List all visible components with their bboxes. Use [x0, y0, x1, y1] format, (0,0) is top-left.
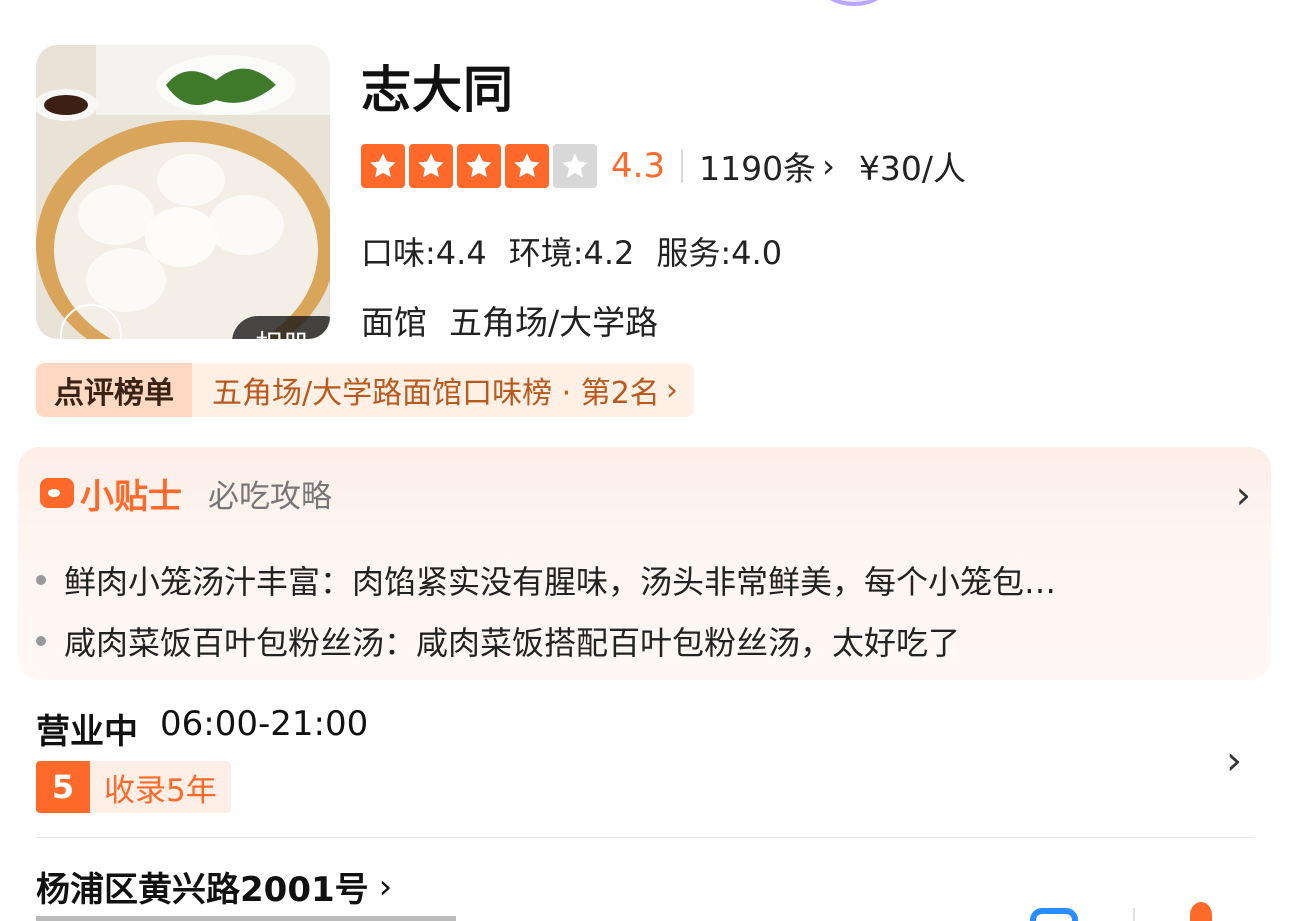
subscores: 口味:4.4 环境:4.2 服务:4.0 [361, 228, 782, 274]
rank-text-container: 五角场/大学路面馆口味榜 · 第2名 › [192, 363, 694, 417]
bullet-dot [36, 575, 46, 585]
tips-subtitle: 必吃攻略 [208, 478, 332, 515]
album-button[interactable]: 相册 › [232, 316, 330, 339]
address-text: 杨浦区黄兴路2001号 [36, 870, 369, 910]
chevron-right-icon: › [822, 147, 835, 185]
years-text: 收录5年 [90, 761, 231, 813]
bullet-dot [36, 636, 46, 646]
tip-item[interactable]: 咸肉菜饭百叶包粉丝汤：咸肉菜饭搭配百叶包粉丝汤，太好吃了 [36, 618, 1196, 664]
reviews-count: 1190条 [699, 149, 817, 188]
album-label: 相册 [255, 323, 309, 340]
divider [36, 837, 1254, 838]
rank-tag-label: 点评榜单 [54, 376, 174, 411]
taste-score: 口味:4.4 [361, 234, 487, 272]
service-score: 服务:4.0 [656, 234, 783, 272]
category-row: 面馆 五角场/大学路 [361, 296, 658, 344]
tips-header: 小贴士 必吃攻略 [40, 469, 332, 518]
chevron-right-icon[interactable]: › [1236, 473, 1251, 517]
phone-icon[interactable] [1190, 902, 1212, 921]
star-icon [361, 144, 405, 188]
rating-row: 4.3 1190条 › ¥30/人 [361, 144, 966, 188]
environment-score: 环境:4.2 [508, 234, 635, 272]
shop-name: 志大同 [361, 61, 514, 119]
chevron-right-icon: › [315, 326, 326, 340]
star-icon [553, 144, 597, 188]
avatar-peek [818, 0, 890, 6]
reviews-link[interactable]: 1190条 › [699, 142, 859, 190]
tips-logo: 小贴士 [40, 469, 182, 518]
rank-tag: 点评榜单 [36, 363, 192, 417]
tips-logo-icon [40, 478, 74, 508]
chevron-right-icon: › [378, 866, 393, 907]
tip-item[interactable]: 鲜肉小笼汤汁丰富：肉馅紧实没有腥味，汤头非常鲜美，每个小笼包… [36, 557, 1196, 603]
tips-title: 小贴士 [80, 476, 182, 517]
address-link[interactable]: 杨浦区黄兴路2001号 › [36, 862, 392, 911]
rank-text: 五角场/大学路面馆口味榜 · 第2名 [212, 376, 660, 411]
price-per-person: ¥30/人 [858, 149, 966, 188]
open-time: 06:00-21:00 [160, 704, 369, 744]
chevron-right-icon[interactable]: › [1226, 738, 1242, 784]
cut-off-row [36, 906, 466, 921]
chevron-right-icon: › [665, 372, 678, 408]
rating-score: 4.3 [611, 146, 666, 186]
star-icon [505, 144, 549, 188]
divider [681, 149, 684, 183]
tip-text: 鲜肉小笼汤汁丰富：肉馅紧实没有腥味，汤头非常鲜美，每个小笼包… [64, 563, 1057, 601]
rank-banner[interactable]: 点评榜单 五角场/大学路面馆口味榜 · 第2名 › [36, 363, 694, 417]
divider [1133, 908, 1135, 921]
star-icon [457, 144, 501, 188]
dumpling-photo-illustration [36, 45, 330, 339]
years-badge: 5 收录5年 [36, 761, 231, 813]
star-icon [409, 144, 453, 188]
tip-text: 咸肉菜饭百叶包粉丝汤：咸肉菜饭搭配百叶包粉丝汤，太好吃了 [64, 624, 961, 662]
shop-photo[interactable]: 相册 › [36, 45, 330, 339]
years-number: 5 [36, 761, 90, 813]
business-hours[interactable]: 营业中 06:00-21:00 [36, 704, 368, 753]
map-nav-icon[interactable] [1030, 908, 1078, 921]
open-status: 营业中 [36, 712, 138, 752]
category: 面馆 [361, 303, 427, 342]
area: 五角场/大学路 [449, 303, 659, 342]
